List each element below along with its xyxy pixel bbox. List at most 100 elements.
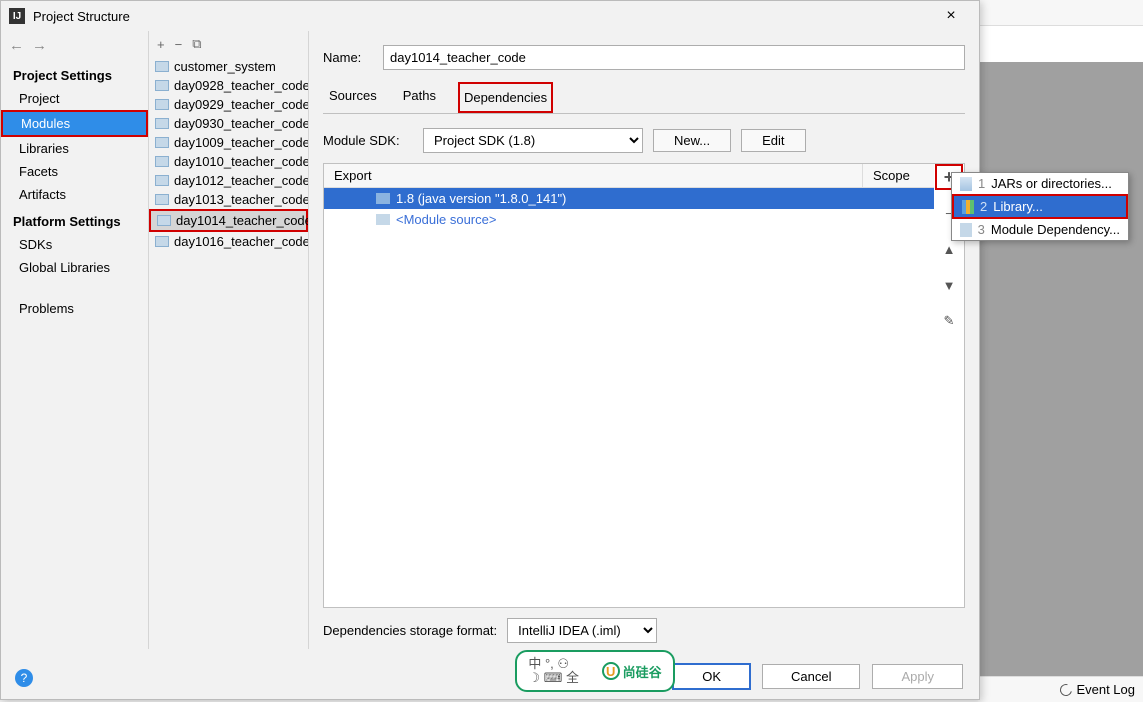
module-label: day1016_teacher_code	[174, 234, 308, 249]
event-log-label[interactable]: Event Log	[1076, 682, 1135, 697]
popup-module-dependency[interactable]: 3 Module Dependency...	[952, 219, 1128, 240]
ok-button[interactable]: OK	[673, 664, 750, 689]
module-label: day1012_teacher_code	[174, 173, 308, 188]
nav-history: ← →	[1, 31, 148, 60]
col-export[interactable]: Export	[324, 164, 862, 187]
section-project-settings: Project Settings	[1, 60, 148, 87]
popup-label: JARs or directories...	[991, 176, 1112, 191]
module-toolbar: + − ⧉	[149, 31, 308, 57]
left-nav-panel: ← → Project Settings Project Modules Lib…	[1, 31, 149, 649]
watermark-left: 中 °, ⚇ ☽ ⌨ 全	[528, 657, 579, 686]
name-input[interactable]	[383, 45, 965, 70]
close-button[interactable]: ×	[931, 7, 971, 25]
add-module-button[interactable]: +	[157, 37, 165, 52]
module-tabs: Sources Paths Dependencies	[323, 82, 965, 114]
module-item[interactable]: day1009_teacher_code	[149, 133, 308, 152]
folder-icon	[155, 137, 169, 148]
module-sdk-label: Module SDK:	[323, 133, 413, 148]
dep-label: 1.8 (java version "1.8.0_141")	[396, 191, 566, 206]
nav-libraries[interactable]: Libraries	[1, 137, 148, 160]
module-detail-panel: Name: Sources Paths Dependencies Module …	[309, 31, 979, 649]
nav-project[interactable]: Project	[1, 87, 148, 110]
module-label: day1009_teacher_code	[174, 135, 308, 150]
dependencies-table: Export Scope 1.8 (java version "1.8.0_14…	[323, 163, 965, 608]
popup-num: 2	[980, 199, 987, 214]
nav-forward-icon[interactable]: →	[32, 37, 47, 54]
module-item[interactable]: day0928_teacher_code	[149, 76, 308, 95]
module-label: day1013_teacher_code	[174, 192, 308, 207]
cancel-button[interactable]: Cancel	[762, 664, 860, 689]
module-item[interactable]: day1010_teacher_code	[149, 152, 308, 171]
edit-sdk-button[interactable]: Edit	[741, 129, 805, 152]
module-label: day0928_teacher_code	[174, 78, 308, 93]
nav-global-libraries[interactable]: Global Libraries	[1, 256, 148, 279]
deps-header: Export Scope	[324, 164, 934, 188]
watermark-right: U 尚硅谷	[602, 662, 662, 681]
new-sdk-button[interactable]: New...	[653, 129, 731, 152]
nav-sdks[interactable]: SDKs	[1, 233, 148, 256]
module-list-panel: + − ⧉ customer_system day0928_teacher_cod…	[149, 31, 309, 649]
folder-icon	[155, 156, 169, 167]
folder-icon	[155, 194, 169, 205]
edit-dependency-button[interactable]: ✎	[935, 308, 963, 334]
folder-icon	[155, 175, 169, 186]
event-log-icon	[1058, 681, 1074, 697]
move-down-button[interactable]: ▼	[935, 272, 963, 298]
section-platform-settings: Platform Settings	[1, 206, 148, 233]
copy-module-button[interactable]: ⧉	[192, 36, 201, 52]
module-item[interactable]: day1013_teacher_code	[149, 190, 308, 209]
nav-problems[interactable]: Problems	[1, 297, 148, 320]
watermark-logo-icon: U	[602, 662, 620, 680]
folder-icon	[155, 118, 169, 129]
project-structure-dialog: IJ Project Structure × ← → Project Setti…	[0, 0, 980, 700]
tab-paths[interactable]: Paths	[399, 82, 440, 113]
popup-num: 1	[978, 176, 985, 191]
module-item[interactable]: customer_system	[149, 57, 308, 76]
folder-icon	[157, 215, 171, 226]
dialog-title: Project Structure	[33, 9, 931, 24]
help-button[interactable]: ?	[15, 669, 33, 687]
ide-editor-area	[978, 62, 1143, 676]
module-label: day0930_teacher_code	[174, 116, 308, 131]
nav-modules[interactable]: Modules	[1, 110, 148, 137]
folder-icon	[155, 61, 169, 72]
module-label: day1014_teacher_code	[176, 213, 308, 228]
nav-facets[interactable]: Facets	[1, 160, 148, 183]
ide-toolbar	[978, 0, 1143, 26]
nav-back-icon[interactable]: ←	[9, 37, 24, 54]
module-item[interactable]: day1012_teacher_code	[149, 171, 308, 190]
module-icon	[960, 223, 972, 237]
remove-module-button[interactable]: −	[175, 37, 183, 52]
module-item[interactable]: day1014_teacher_code	[149, 209, 308, 232]
module-item[interactable]: day0929_teacher_code	[149, 95, 308, 114]
library-icon	[962, 200, 974, 214]
module-item[interactable]: day0930_teacher_code	[149, 114, 308, 133]
col-scope[interactable]: Scope	[862, 164, 934, 187]
popup-jars[interactable]: 1 JARs or directories...	[952, 173, 1128, 194]
ide-status-bar[interactable]: Event Log	[978, 676, 1143, 702]
app-icon: IJ	[9, 8, 25, 24]
module-item[interactable]: day1016_teacher_code	[149, 232, 308, 251]
module-sdk-select[interactable]: Project SDK (1.8)	[423, 128, 643, 153]
tab-sources[interactable]: Sources	[325, 82, 381, 113]
title-bar: IJ Project Structure ×	[1, 1, 979, 31]
folder-icon	[376, 193, 390, 204]
popup-num: 3	[978, 222, 985, 237]
storage-format-label: Dependencies storage format:	[323, 623, 497, 638]
storage-format-select[interactable]: IntelliJ IDEA (.iml)	[507, 618, 657, 643]
dep-row-module-source[interactable]: <Module source>	[324, 209, 934, 230]
folder-icon	[155, 236, 169, 247]
deps-list[interactable]: 1.8 (java version "1.8.0_141") <Module s…	[324, 188, 934, 607]
jar-icon	[960, 177, 972, 191]
dep-row-sdk[interactable]: 1.8 (java version "1.8.0_141")	[324, 188, 934, 209]
module-label: day0929_teacher_code	[174, 97, 308, 112]
folder-icon	[155, 99, 169, 110]
watermark: 中 °, ⚇ ☽ ⌨ 全 U 尚硅谷	[515, 650, 675, 692]
module-list[interactable]: customer_system day0928_teacher_code day09…	[149, 57, 308, 649]
nav-artifacts[interactable]: Artifacts	[1, 183, 148, 206]
ide-background: Event Log	[978, 0, 1143, 702]
tab-dependencies[interactable]: Dependencies	[458, 82, 553, 113]
apply-button[interactable]: Apply	[872, 664, 963, 689]
popup-label: Module Dependency...	[991, 222, 1120, 237]
popup-library[interactable]: 2 Library...	[952, 194, 1128, 219]
